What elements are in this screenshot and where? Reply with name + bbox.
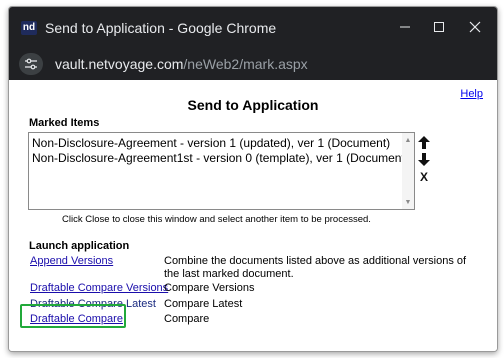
launch-application-label: Launch application: [29, 240, 130, 252]
draftable-compare-versions-link[interactable]: Draftable Compare Versions: [30, 282, 168, 294]
scroll-down-icon[interactable]: ▼: [402, 196, 414, 208]
url-path: /neWeb2/mark.aspx: [183, 56, 308, 72]
maximize-icon: [434, 22, 444, 32]
app-logo-icon: nd: [21, 21, 37, 35]
scroll-up-icon[interactable]: ▲: [402, 134, 414, 146]
list-scrollbar[interactable]: ▲ ▼: [402, 133, 414, 209]
append-versions-description: Combine the documents listed above as ad…: [164, 255, 467, 280]
remove-item-button[interactable]: X: [417, 170, 431, 184]
title-bar: nd Send to Application - Google Chrome: [9, 7, 497, 47]
tune-icon: [25, 58, 37, 70]
window-title: Send to Application - Google Chrome: [45, 20, 277, 36]
page-title: Send to Application: [187, 97, 319, 113]
browser-window: nd Send to Application - Google Chrome v…: [8, 6, 498, 352]
move-up-icon[interactable]: [417, 136, 431, 152]
marked-items-list[interactable]: Non-Disclosure-Agreement - version 1 (up…: [28, 132, 415, 210]
maximize-button[interactable]: [423, 15, 455, 39]
instruction-text: Click Close to close this window and sel…: [62, 214, 371, 225]
compare-versions-description: Compare Versions: [164, 282, 255, 294]
site-info-button[interactable]: [19, 53, 43, 75]
list-item[interactable]: Non-Disclosure-Agreement - version 1 (up…: [29, 136, 414, 151]
move-down-icon[interactable]: [417, 153, 431, 169]
url-host: vault.netvoyage.com: [55, 56, 184, 72]
list-item[interactable]: Non-Disclosure-Agreement1st - version 0 …: [29, 151, 414, 166]
page-content: Help Send to Application Marked Items No…: [9, 80, 497, 351]
url-text[interactable]: vault.netvoyage.com/neWeb2/mark.aspx: [55, 56, 308, 72]
marked-items-label: Marked Items: [29, 117, 100, 129]
draftable-compare-link[interactable]: Draftable Compare: [30, 313, 123, 325]
compare-latest-description: Compare Latest: [164, 298, 243, 310]
close-icon: [469, 21, 481, 33]
minimize-button[interactable]: [389, 15, 421, 39]
close-button[interactable]: [459, 15, 491, 39]
compare-description: Compare: [164, 313, 210, 325]
append-versions-link[interactable]: Append Versions: [30, 255, 113, 267]
minimize-icon: [400, 26, 410, 28]
address-bar: vault.netvoyage.com/neWeb2/mark.aspx: [9, 47, 497, 80]
